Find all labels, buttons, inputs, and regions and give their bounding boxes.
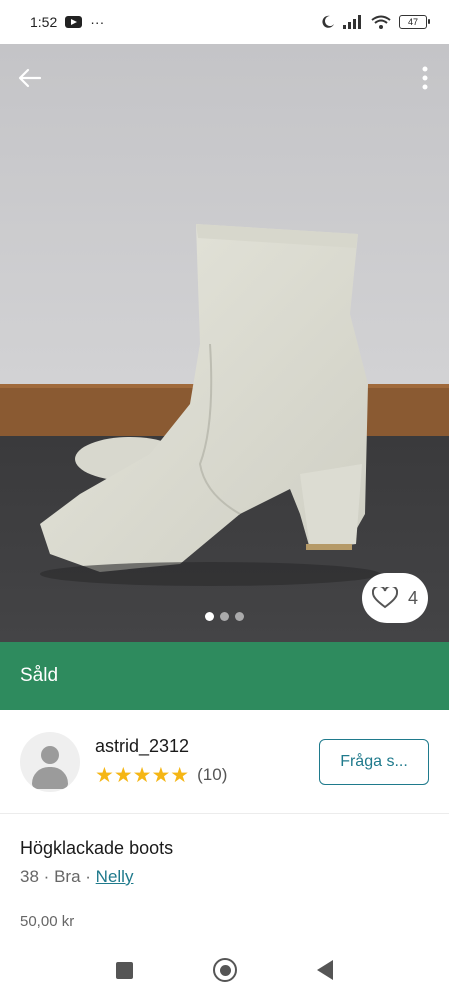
arrow-left-icon [18, 68, 42, 88]
boot-photo-image [0, 44, 449, 642]
avatar-body-shape [32, 766, 68, 789]
ask-seller-button[interactable]: Fråga s... [319, 738, 429, 785]
item-title: Högklackade boots [20, 838, 174, 858]
sold-banner: Såld [0, 642, 449, 710]
product-photo[interactable]: 4 [0, 44, 449, 642]
seller-info: astrid_2312 ★★★★★ (10) [95, 736, 319, 788]
carousel-dot[interactable] [205, 612, 214, 621]
status-time: 1:52 [30, 14, 58, 30]
item-price: 50,00 kr [20, 913, 75, 930]
status-left: 1:52 ··· [30, 14, 104, 30]
item-condition: Bra [54, 867, 81, 886]
carousel-dot[interactable] [235, 612, 244, 621]
home-icon[interactable] [213, 958, 237, 982]
status-more: ··· [90, 14, 105, 30]
carousel-dot[interactable] [220, 612, 229, 621]
status-bar: 1:52 ··· 47 [0, 0, 449, 44]
sold-label: Såld [20, 665, 59, 686]
back-button[interactable] [14, 64, 46, 92]
more-options-button[interactable] [419, 64, 431, 92]
heart-icon [371, 587, 398, 609]
kebab-menu-icon [422, 66, 428, 90]
rating-count: (10) [197, 765, 228, 784]
meta-separator: · [43, 867, 50, 886]
item-size: 38 [20, 867, 39, 886]
system-nav-bar [0, 940, 449, 1000]
carousel-indicator [0, 612, 449, 621]
youtube-icon [65, 16, 83, 28]
wifi-icon [371, 15, 391, 29]
battery-level: 47 [407, 17, 418, 27]
avatar-head-shape [41, 745, 59, 764]
meta-separator: · [85, 867, 91, 886]
recent-apps-icon[interactable] [116, 961, 133, 979]
item-meta: 38 · Bra · Nelly [20, 867, 429, 887]
item-details: Högklackade boots 38 · Bra · Nelly [20, 838, 429, 887]
like-count: 4 [407, 587, 418, 608]
brand-link[interactable]: Nelly [96, 867, 134, 886]
seller-rating: ★★★★★ (10) [95, 763, 319, 788]
signal-icon [343, 15, 361, 29]
status-right: 47 [321, 15, 430, 29]
seller-name[interactable]: astrid_2312 [95, 736, 319, 757]
back-triangle-icon[interactable] [317, 960, 333, 980]
moon-icon [322, 15, 334, 28]
seller-row[interactable]: astrid_2312 ★★★★★ (10) Fråga s... [0, 710, 449, 814]
battery-icon: 47 [399, 15, 430, 29]
avatar[interactable] [20, 731, 80, 792]
star-rating-icon: ★★★★★ [95, 763, 190, 787]
